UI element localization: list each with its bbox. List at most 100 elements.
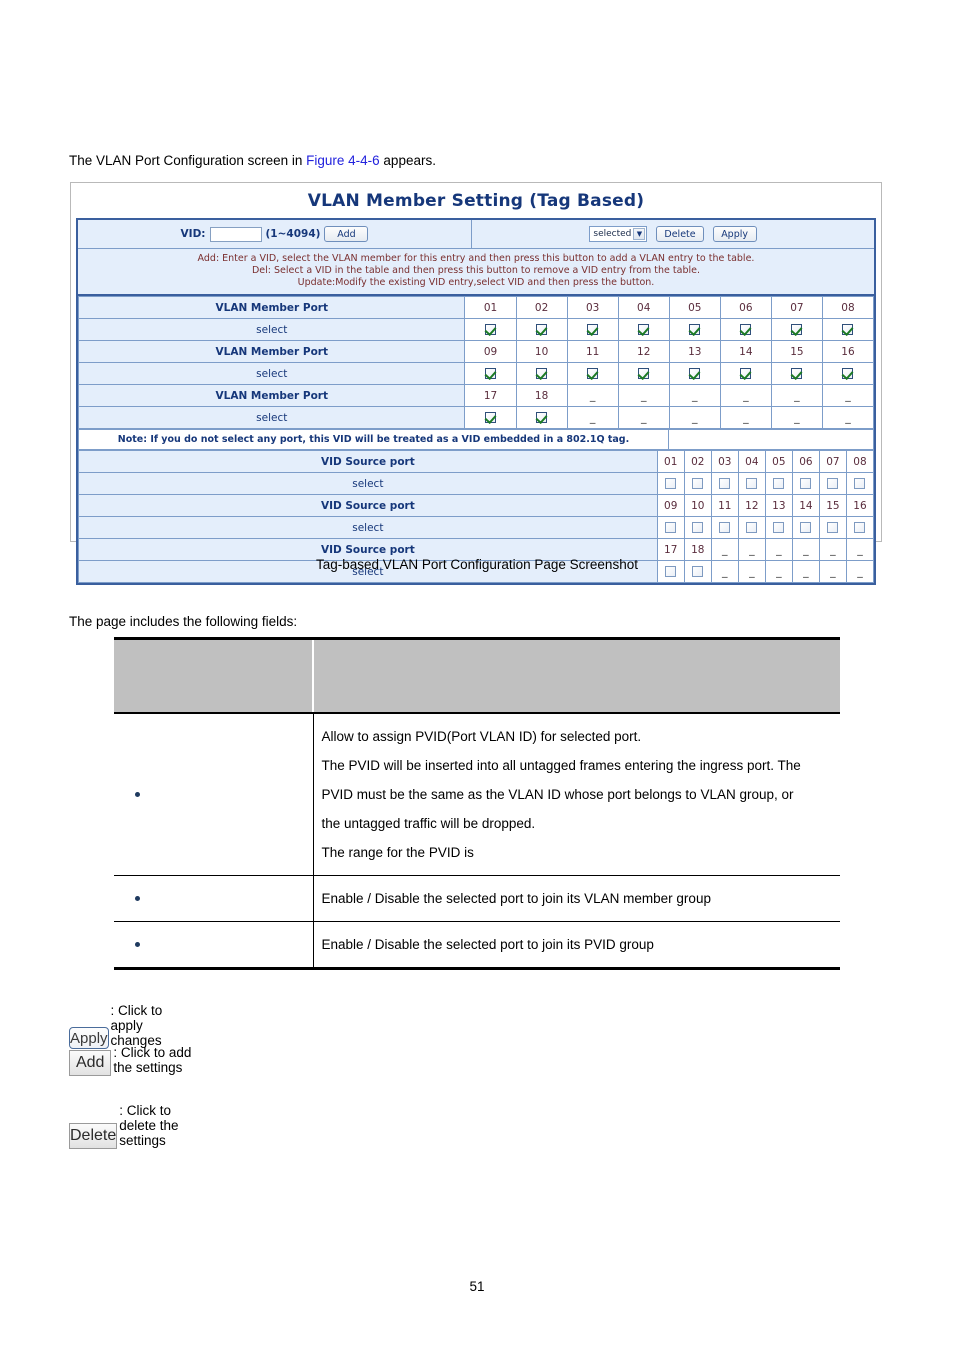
checkbox-unchecked-icon[interactable] (665, 521, 677, 533)
port-number: 10 (515, 340, 568, 363)
port-checkbox-cell[interactable] (791, 516, 820, 539)
port-checkbox-cell[interactable] (656, 516, 685, 539)
command-bar: VID: (1~4094) Add selected ▼ Delete Appl… (78, 220, 874, 249)
checkbox-checked-icon[interactable] (791, 323, 803, 335)
checkbox-unchecked-icon[interactable] (692, 521, 704, 533)
legend-delete-button[interactable]: Delete (69, 1123, 118, 1149)
port-group-label: VLAN Member Port (77, 384, 466, 407)
port-checkbox-cell[interactable] (515, 318, 568, 341)
help-line-add: Add: Enter a VID, select the VLAN member… (197, 253, 755, 264)
port-checkbox-cell[interactable] (737, 516, 766, 539)
port-checkbox-cell[interactable] (617, 362, 670, 385)
checkbox-checked-icon[interactable] (485, 367, 497, 379)
intro-paragraph: The VLAN Port Configuration screen in Fi… (69, 152, 436, 170)
port-number: 16 (821, 340, 875, 363)
port-checkbox-cell[interactable] (719, 362, 772, 385)
checkbox-unchecked-icon[interactable] (827, 521, 839, 533)
port-number: 17 (464, 384, 517, 407)
port-checkbox-cell[interactable] (464, 318, 517, 341)
port-number: 15 (770, 340, 823, 363)
port-checkbox-cell[interactable] (818, 516, 847, 539)
delete-button[interactable]: Delete (656, 226, 704, 242)
port-checkbox-cell[interactable] (821, 318, 875, 341)
fields-table-row: Allow to assign PVID(Port VLAN ID) for s… (114, 713, 840, 876)
checkbox-unchecked-icon[interactable] (827, 477, 839, 489)
checkbox-unchecked-icon[interactable] (746, 477, 758, 489)
add-button[interactable]: Add (324, 226, 369, 242)
port-checkbox-cell[interactable] (845, 516, 875, 539)
port-number: 08 (821, 296, 875, 319)
checkbox-unchecked-icon[interactable] (719, 521, 731, 533)
page-number: 51 (469, 1279, 485, 1294)
checkbox-checked-icon[interactable] (740, 367, 752, 379)
vid-range-hint: (1~4094) (265, 228, 321, 240)
checkbox-unchecked-icon[interactable] (773, 477, 785, 489)
checkbox-checked-icon[interactable] (638, 323, 650, 335)
checkbox-checked-icon[interactable] (842, 367, 854, 379)
checkbox-checked-icon[interactable] (638, 367, 650, 379)
legend-add-button[interactable]: Add (69, 1050, 112, 1076)
checkbox-checked-icon[interactable] (689, 323, 701, 335)
port-checkbox-cell[interactable] (668, 362, 721, 385)
port-checkbox-cell[interactable] (845, 472, 875, 495)
legend-row-delete: Delete : Click to delete the settings (69, 1103, 195, 1149)
port-checkbox-cell[interactable] (656, 472, 685, 495)
port-checkbox-cell[interactable] (668, 318, 721, 341)
bullet-icon (135, 792, 140, 797)
checkbox-unchecked-icon[interactable] (692, 477, 704, 489)
checkbox-unchecked-icon[interactable] (746, 521, 758, 533)
apply-button[interactable]: Apply (712, 226, 757, 242)
port-checkbox-cell[interactable] (566, 362, 619, 385)
port-checkbox-cell[interactable] (791, 472, 820, 495)
checkbox-checked-icon[interactable] (485, 323, 497, 335)
checkbox-checked-icon[interactable] (791, 367, 803, 379)
figure-link[interactable]: Figure 4-4-6 (306, 153, 380, 168)
port-checkbox-cell[interactable] (764, 516, 793, 539)
help-text-block: Add: Enter a VID, select the VLAN member… (78, 249, 874, 296)
checkbox-checked-icon[interactable] (689, 367, 701, 379)
checkbox-checked-icon[interactable] (740, 323, 752, 335)
vid-select-dropdown[interactable]: selected ▼ (589, 226, 648, 242)
port-checkbox-cell[interactable] (515, 362, 568, 385)
port-checkbox-cell[interactable] (764, 472, 793, 495)
table-row: select (77, 318, 875, 341)
port-checkbox-cell[interactable] (770, 318, 823, 341)
port-checkbox-cell[interactable] (710, 472, 739, 495)
port-checkbox-cell[interactable] (710, 516, 739, 539)
port-number-empty: _ (770, 384, 823, 407)
checkbox-unchecked-icon[interactable] (773, 521, 785, 533)
checkbox-unchecked-icon[interactable] (854, 521, 866, 533)
port-checkbox-cell[interactable] (515, 406, 568, 429)
port-checkbox-cell[interactable] (683, 516, 712, 539)
port-checkbox-empty: _ (668, 406, 721, 429)
port-checkbox-cell[interactable] (821, 362, 875, 385)
port-checkbox-cell[interactable] (683, 472, 712, 495)
checkbox-checked-icon[interactable] (536, 367, 548, 379)
port-checkbox-cell[interactable] (464, 406, 517, 429)
checkbox-unchecked-icon[interactable] (854, 477, 866, 489)
checkbox-checked-icon[interactable] (587, 367, 599, 379)
table-row: select _ _ _ _ _ _ (77, 406, 875, 429)
port-checkbox-cell[interactable] (464, 362, 517, 385)
checkbox-unchecked-icon[interactable] (665, 477, 677, 489)
checkbox-unchecked-icon[interactable] (719, 477, 731, 489)
checkbox-checked-icon[interactable] (536, 323, 548, 335)
checkbox-checked-icon[interactable] (842, 323, 854, 335)
checkbox-unchecked-icon[interactable] (800, 521, 812, 533)
port-checkbox-cell[interactable] (566, 318, 619, 341)
checkbox-unchecked-icon[interactable] (800, 477, 812, 489)
port-checkbox-cell[interactable] (770, 362, 823, 385)
vid-input[interactable] (209, 226, 262, 242)
port-checkbox-empty: _ (821, 406, 875, 429)
port-checkbox-cell[interactable] (719, 318, 772, 341)
port-checkbox-cell[interactable] (737, 472, 766, 495)
checkbox-checked-icon[interactable] (536, 411, 548, 423)
port-number: 08 (845, 450, 875, 473)
fields-object-cell (114, 713, 314, 876)
chevron-down-icon[interactable]: ▼ (633, 228, 646, 240)
port-group-label: VID Source port (78, 494, 658, 517)
port-checkbox-cell[interactable] (617, 318, 670, 341)
port-checkbox-cell[interactable] (818, 472, 847, 495)
checkbox-checked-icon[interactable] (485, 411, 497, 423)
checkbox-checked-icon[interactable] (587, 323, 599, 335)
